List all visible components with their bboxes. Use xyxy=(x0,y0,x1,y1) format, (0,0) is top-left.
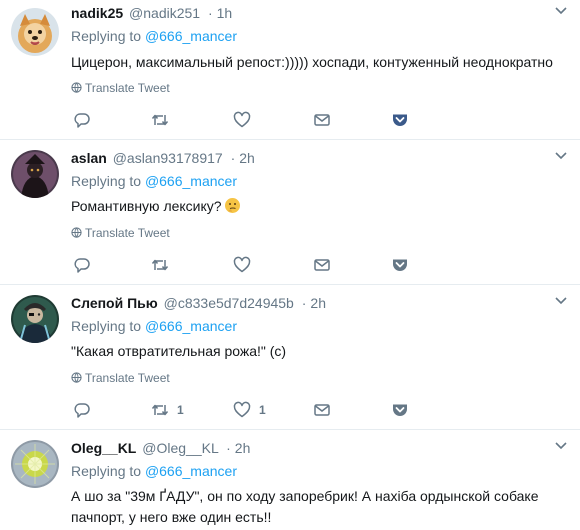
user-handle[interactable]: @nadik251 xyxy=(129,5,200,21)
reply-button[interactable] xyxy=(73,110,91,130)
tweet-text: Цицерон, максимальный репост:))))) хоспа… xyxy=(71,54,553,70)
retweet-button[interactable]: 1 xyxy=(151,400,184,420)
dark-figure-avatar-icon xyxy=(11,150,59,198)
replying-to: Replying to @666_mancer xyxy=(71,317,237,335)
like-button[interactable] xyxy=(233,110,259,130)
envelope-icon xyxy=(314,404,330,416)
translate-label: Translate Tweet xyxy=(85,226,170,240)
glowing-orb-avatar-icon xyxy=(11,440,59,488)
retweet-icon xyxy=(151,259,169,271)
thinking-face-emoji-icon xyxy=(225,198,241,213)
globe-icon xyxy=(71,82,82,93)
replying-to: Replying to @666_mancer xyxy=(71,172,237,190)
separator-dot: · xyxy=(230,150,236,166)
retweet-count: 1 xyxy=(177,403,184,417)
replying-prefix: Replying to xyxy=(71,318,142,334)
more-options-chevron-down-icon[interactable] xyxy=(554,441,568,451)
pirate-character-avatar-icon xyxy=(11,295,59,343)
pomeranian-dog-avatar-icon xyxy=(11,8,59,56)
translate-tweet-link[interactable]: Translate Tweet xyxy=(71,371,170,385)
globe-icon xyxy=(71,227,82,238)
tweet-text: А шо за "39м ҐАДУ", он по ходу запоребри… xyxy=(71,488,539,525)
retweet-button[interactable] xyxy=(151,110,177,130)
heart-icon xyxy=(233,111,251,128)
translate-label: Translate Tweet xyxy=(85,81,170,95)
globe-icon xyxy=(71,372,82,383)
envelope-icon xyxy=(314,114,330,126)
tweet-actions xyxy=(71,255,431,275)
replying-prefix: Replying to xyxy=(71,173,142,189)
user-handle[interactable]: @Oleg__KL xyxy=(142,440,218,456)
tweet-header: aslan @aslan93178917 · 2h xyxy=(71,149,255,167)
display-name[interactable]: nadik25 xyxy=(71,5,123,21)
retweet-icon xyxy=(151,114,169,126)
heart-icon xyxy=(233,401,251,418)
envelope-icon xyxy=(314,259,330,271)
display-name[interactable]: aslan xyxy=(71,150,107,166)
mention-link[interactable]: @666_mancer xyxy=(145,173,237,189)
save-to-pocket-button[interactable] xyxy=(391,400,409,420)
tweet-text: "Какая отвратительная рожа!" (с) xyxy=(71,343,287,359)
display-name[interactable]: Oleg__KL xyxy=(71,440,136,456)
heart-icon xyxy=(233,256,251,273)
translate-label: Translate Tweet xyxy=(85,371,170,385)
avatar[interactable] xyxy=(11,8,59,56)
mention-link[interactable]: @666_mancer xyxy=(145,318,237,334)
avatar[interactable] xyxy=(11,150,59,198)
reply-button[interactable] xyxy=(73,255,91,275)
pocket-icon xyxy=(393,404,407,416)
save-to-pocket-button[interactable] xyxy=(391,110,409,130)
tweet-header: nadik25 @nadik251 · 1h xyxy=(71,4,232,22)
more-options-chevron-down-icon[interactable] xyxy=(554,296,568,306)
avatar[interactable] xyxy=(11,295,59,343)
retweet-button[interactable] xyxy=(151,255,177,275)
tweet-header: Слепой Пью @c833e5d7d24945b · 2h xyxy=(71,294,326,312)
more-options-chevron-down-icon[interactable] xyxy=(554,6,568,16)
reply-button[interactable] xyxy=(73,400,91,420)
replying-prefix: Replying to xyxy=(71,28,142,44)
like-button[interactable]: 1 xyxy=(233,400,266,420)
user-handle[interactable]: @aslan93178917 xyxy=(113,150,223,166)
tweet[interactable]: Слепой Пью @c833e5d7d24945b · 2h Replying… xyxy=(0,285,580,430)
direct-message-button[interactable] xyxy=(313,110,331,130)
pocket-icon xyxy=(393,114,407,126)
tweet[interactable]: Oleg__KL @Oleg__KL · 2h Replying to @666_… xyxy=(0,430,580,530)
tweet[interactable]: nadik25 @nadik251 · 1h Replying to @666_m… xyxy=(0,0,580,140)
tweet-header: Oleg__KL @Oleg__KL · 2h xyxy=(71,439,250,457)
save-to-pocket-button[interactable] xyxy=(391,255,409,275)
tweet-text: Романтивную лексику? xyxy=(71,196,570,217)
direct-message-button[interactable] xyxy=(313,400,331,420)
display-name[interactable]: Слепой Пью xyxy=(71,295,158,311)
like-count: 1 xyxy=(259,403,266,417)
tweet-actions xyxy=(71,110,431,130)
tweet-text-body: Романтивную лексику? xyxy=(71,198,222,214)
reply-icon xyxy=(74,258,90,273)
timestamp[interactable]: 2h xyxy=(239,150,255,166)
avatar[interactable] xyxy=(11,440,59,488)
direct-message-button[interactable] xyxy=(313,255,331,275)
tweet-actions: 1 1 xyxy=(71,400,431,420)
reply-feed: nadik25 @nadik251 · 1h Replying to @666_m… xyxy=(0,0,580,530)
mention-link[interactable]: @666_mancer xyxy=(145,28,237,44)
separator-dot: · xyxy=(226,440,231,456)
translate-tweet-link[interactable]: Translate Tweet xyxy=(71,81,170,95)
replying-to: Replying to @666_mancer xyxy=(71,462,237,480)
timestamp[interactable]: 2h xyxy=(235,440,251,456)
tweet[interactable]: aslan @aslan93178917 · 2h Replying to @66… xyxy=(0,140,580,285)
mention-link[interactable]: @666_mancer xyxy=(145,463,237,479)
reply-icon xyxy=(74,403,90,418)
translate-tweet-link[interactable]: Translate Tweet xyxy=(71,226,170,240)
more-options-chevron-down-icon[interactable] xyxy=(554,151,568,161)
separator-dot: · xyxy=(207,5,213,21)
retweet-icon xyxy=(151,404,169,416)
separator-dot: · xyxy=(301,295,307,311)
reply-icon xyxy=(74,113,90,128)
timestamp[interactable]: 1h xyxy=(217,5,233,21)
like-button[interactable] xyxy=(233,255,259,275)
replying-prefix: Replying to xyxy=(71,463,142,479)
pocket-icon xyxy=(393,259,407,271)
user-handle[interactable]: @c833e5d7d24945b xyxy=(164,295,294,311)
timestamp[interactable]: 2h xyxy=(310,295,326,311)
replying-to: Replying to @666_mancer xyxy=(71,27,237,45)
